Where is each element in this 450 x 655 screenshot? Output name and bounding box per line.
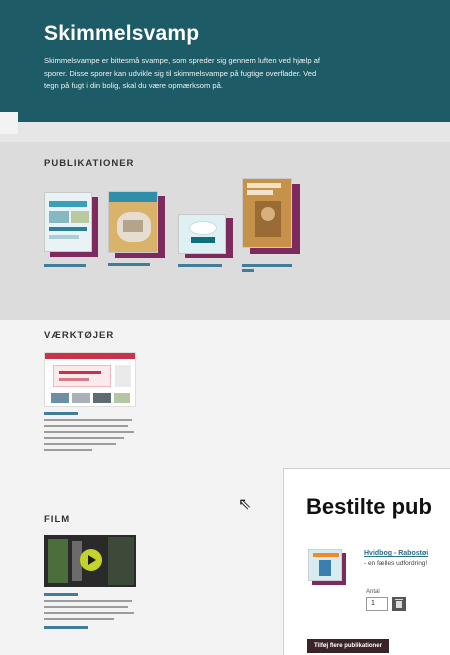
page-title: Skimmelsvamp bbox=[44, 22, 200, 45]
publication-cover[interactable] bbox=[178, 214, 226, 254]
film-description-line bbox=[44, 600, 132, 602]
publication-cover[interactable] bbox=[44, 192, 92, 252]
trash-icon[interactable] bbox=[392, 597, 406, 611]
film-description-line bbox=[44, 606, 128, 608]
publication-cover[interactable] bbox=[242, 178, 292, 248]
tool-description-line bbox=[44, 443, 116, 445]
film-description-line bbox=[44, 618, 114, 620]
ordered-publications-panel: Bestilte pub Hvidbog - Rabostøi - en fæl… bbox=[283, 468, 450, 655]
ordered-panel-title: Bestilte pub bbox=[306, 494, 432, 519]
tools-heading: VÆRKTØJER bbox=[44, 330, 115, 341]
publication-link[interactable] bbox=[108, 263, 150, 266]
tool-thumbnail[interactable] bbox=[44, 352, 136, 407]
publication-link[interactable] bbox=[242, 264, 292, 267]
publications-heading: PUBLIKATIONER bbox=[44, 158, 135, 169]
publication-cover[interactable] bbox=[108, 191, 158, 253]
film-heading: FILM bbox=[44, 514, 71, 525]
ordered-item-cover bbox=[308, 549, 342, 581]
publication-link[interactable] bbox=[44, 264, 86, 267]
tool-link[interactable] bbox=[44, 412, 78, 415]
quantity-input[interactable]: 1 bbox=[366, 597, 388, 611]
film-thumbnail[interactable] bbox=[44, 535, 136, 587]
tool-description-line bbox=[44, 425, 128, 427]
tool-description-line bbox=[44, 431, 134, 433]
tool-description-line bbox=[44, 449, 92, 451]
film-more-link[interactable] bbox=[44, 626, 88, 629]
publication-link-wrap[interactable] bbox=[242, 269, 254, 272]
page: Skimmelsvamp Skimmelsvampe er bittesmå s… bbox=[0, 0, 450, 655]
ordered-item-title-link[interactable]: Hvidbog - Rabostøi bbox=[364, 550, 428, 557]
play-icon[interactable] bbox=[80, 549, 102, 571]
hero-divider-strip bbox=[0, 122, 450, 142]
film-description-line bbox=[44, 612, 134, 614]
tool-description-line bbox=[44, 437, 124, 439]
hero-corner-tab bbox=[0, 112, 18, 134]
ordered-item-subtitle: - en fælles udfordring! bbox=[364, 560, 428, 567]
page-intro-text: Skimmelsvampe er bittesmå svampe, som sp… bbox=[44, 56, 321, 90]
mouse-cursor-icon: ⇖ bbox=[238, 496, 252, 513]
publication-link[interactable] bbox=[178, 264, 222, 267]
quantity-label: Antal bbox=[366, 589, 380, 595]
film-link[interactable] bbox=[44, 593, 78, 596]
tool-description-line bbox=[44, 419, 132, 421]
add-more-publications-button[interactable]: Tilføj flere publikationer bbox=[307, 639, 389, 653]
